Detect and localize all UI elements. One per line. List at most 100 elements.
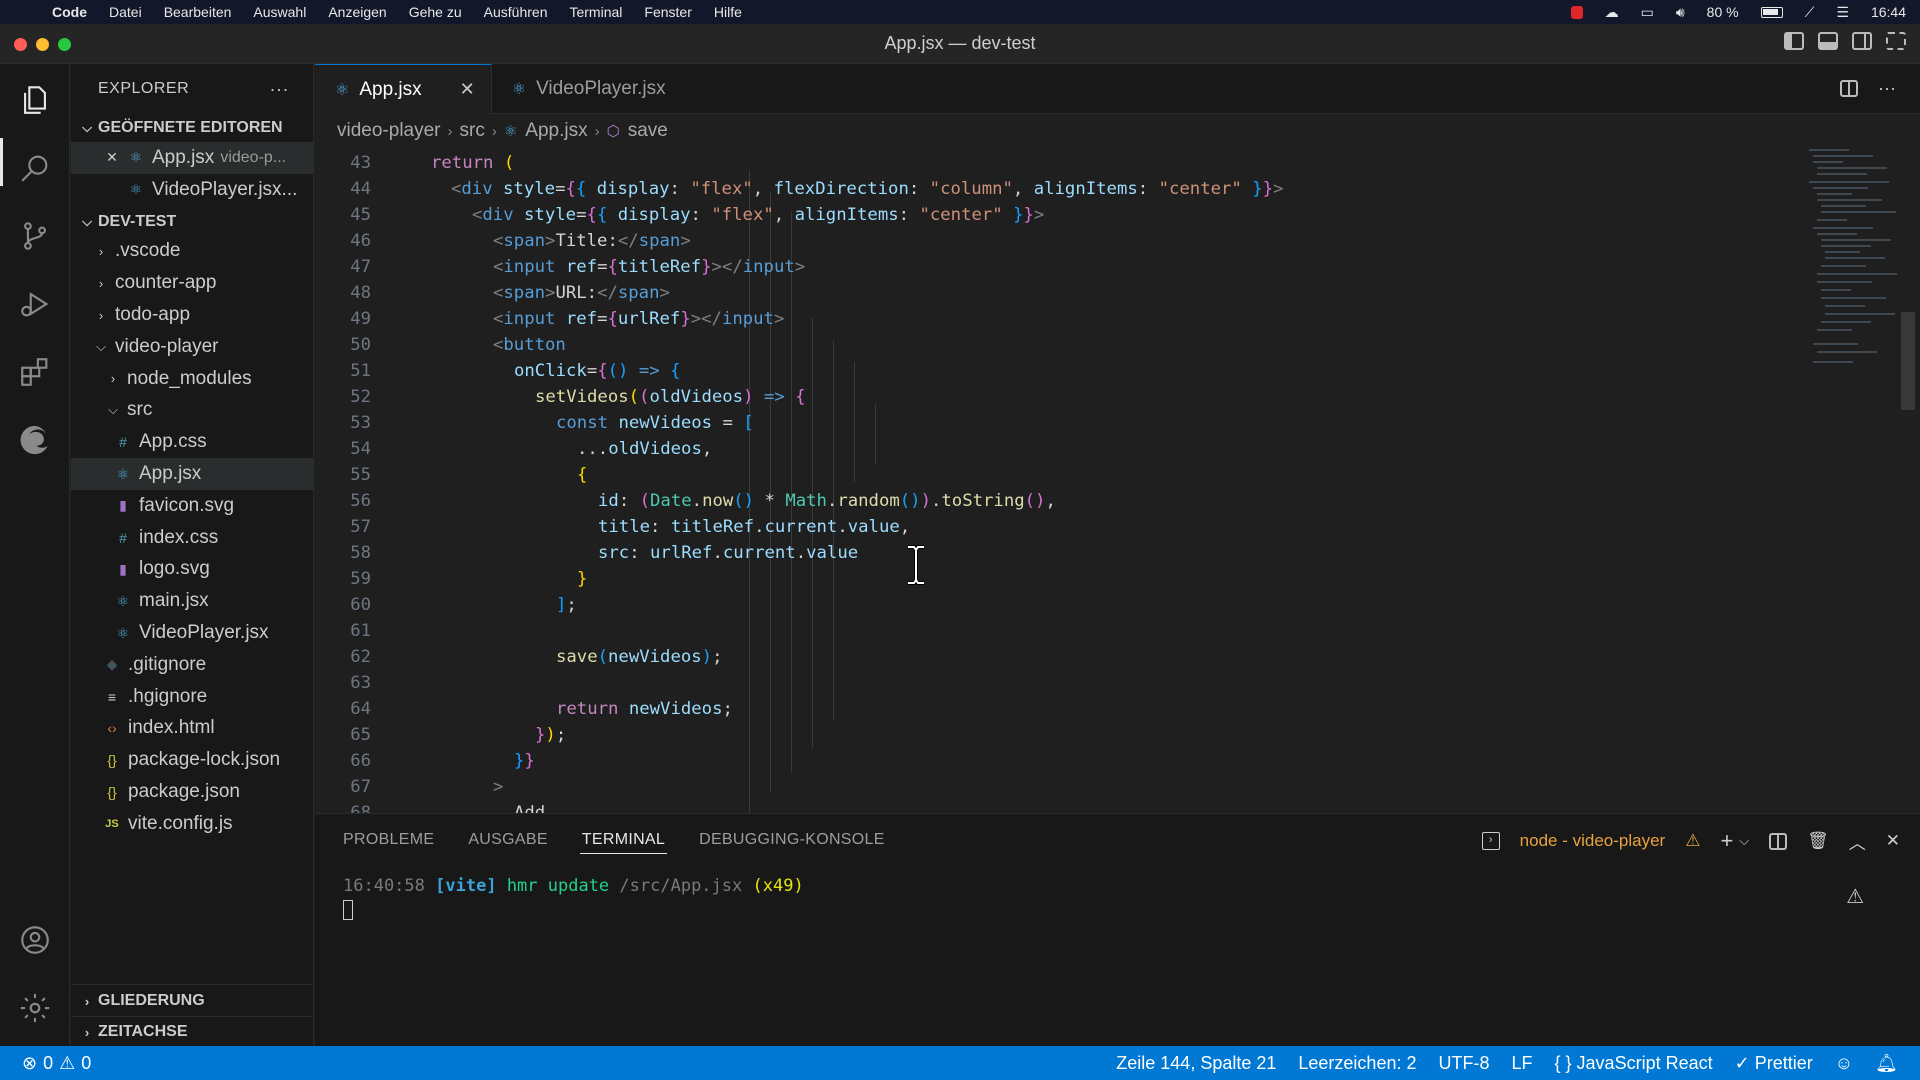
menu-datei[interactable]: Datei: [109, 4, 142, 20]
settings-gear-icon[interactable]: [17, 990, 53, 1026]
tree-item[interactable]: ▮ favicon.svg: [71, 490, 313, 522]
cloud-icon[interactable]: ☁: [1605, 4, 1619, 21]
code-text: onClick={() => {: [514, 361, 681, 381]
tree-item[interactable]: ⚛ main.jsx: [71, 585, 313, 617]
terminal-name[interactable]: node - video-player: [1520, 831, 1666, 851]
menu-hilfe[interactable]: Hilfe: [714, 4, 742, 20]
control-center-icon[interactable]: ☰: [1836, 4, 1849, 21]
customize-layout-icon[interactable]: [1886, 32, 1906, 50]
tree-item-active[interactable]: ⚛ App.jsx: [71, 458, 313, 490]
chevron-down-icon[interactable]: ⌵: [1739, 833, 1749, 849]
battery-icon[interactable]: [1760, 6, 1783, 18]
more-actions-icon[interactable]: ···: [1878, 78, 1896, 99]
outline-section[interactable]: › GLIEDERUNG: [71, 984, 314, 1017]
code-text: <input ref={titleRef}></input>: [493, 257, 806, 277]
clock[interactable]: 16:44: [1871, 4, 1906, 20]
tree-item[interactable]: # App.css: [71, 426, 313, 458]
add-terminal-icon[interactable]: +: [1720, 828, 1733, 854]
toggle-panel-icon[interactable]: [1818, 32, 1838, 50]
open-editor-videoplayer-jsx[interactable]: ⚛ VideoPlayer.jsx...: [71, 174, 313, 206]
menu-ausfuehren[interactable]: Ausführen: [484, 4, 548, 20]
cursor-position[interactable]: Zeile 144, Spalte 21: [1116, 1053, 1276, 1074]
display-icon[interactable]: ▭: [1641, 4, 1654, 21]
menu-gehe-zu[interactable]: Gehe zu: [409, 4, 462, 20]
edge-devtools-icon[interactable]: [17, 422, 53, 458]
close-window-button[interactable]: [14, 38, 27, 51]
tree-item[interactable]: JS vite.config.js: [71, 808, 313, 840]
tree-item[interactable]: › node_modules: [71, 363, 313, 395]
feedback-icon[interactable]: ☺: [1835, 1053, 1853, 1074]
menu-bearbeiten[interactable]: Bearbeiten: [164, 4, 232, 20]
wifi-off-icon[interactable]: ⟋: [1805, 4, 1815, 21]
problems-status[interactable]: ⊗ 0 ⚠ 0: [0, 1053, 91, 1074]
timeline-section[interactable]: › ZEITACHSE: [71, 1016, 314, 1047]
menu-app-code[interactable]: Code: [52, 4, 87, 20]
breadcrumb-item[interactable]: src: [460, 120, 485, 142]
tree-item[interactable]: › .vscode: [71, 236, 313, 268]
open-editors-section[interactable]: ⌵ GEÖFFNETE EDITOREN: [71, 114, 313, 142]
language-mode[interactable]: { } JavaScript React: [1555, 1053, 1713, 1074]
explorer-sidebar: EXPLORER ··· ⌵ GEÖFFNETE EDITOREN ✕ ⚛ Ap…: [71, 64, 314, 1046]
css-file-icon: #: [119, 434, 127, 451]
code-editor[interactable]: 43 return ( 44 <div style={{ display: "fle…: [315, 150, 1805, 813]
tree-item[interactable]: ⌵ src: [71, 395, 313, 427]
trash-icon[interactable]: 🗑︎: [1807, 831, 1829, 851]
tab-videoplayer-jsx[interactable]: ⚛ VideoPlayer.jsx: [492, 64, 682, 114]
tree-item[interactable]: › todo-app: [71, 299, 313, 331]
menu-terminal[interactable]: Terminal: [569, 4, 622, 20]
prettier-status[interactable]: ✓ Prettier: [1735, 1053, 1813, 1074]
tree-item[interactable]: ⚛ VideoPlayer.jsx: [71, 617, 313, 649]
indentation[interactable]: Leerzeichen: 2: [1298, 1053, 1416, 1074]
close-icon[interactable]: ✕: [104, 149, 120, 166]
search-icon[interactable]: [17, 150, 53, 186]
tree-item[interactable]: ≡ .hgignore: [71, 681, 313, 713]
tab-terminal[interactable]: TERMINAL: [579, 814, 668, 866]
accounts-icon[interactable]: [17, 922, 53, 958]
close-panel-icon[interactable]: ✕: [1886, 831, 1900, 851]
line-ending[interactable]: LF: [1511, 1053, 1532, 1074]
menu-auswahl[interactable]: Auswahl: [253, 4, 306, 20]
record-icon[interactable]: [1570, 5, 1583, 19]
run-debug-icon[interactable]: [17, 286, 53, 322]
encoding[interactable]: UTF-8: [1438, 1053, 1489, 1074]
line-number: 58: [350, 543, 371, 563]
tree-item[interactable]: {} package-lock.json: [71, 744, 313, 776]
tree-item[interactable]: ◆ .gitignore: [71, 649, 313, 681]
tree-item[interactable]: ‹› index.html: [71, 713, 313, 745]
minimize-window-button[interactable]: [36, 38, 49, 51]
menu-fenster[interactable]: Fenster: [644, 4, 691, 20]
minimap[interactable]: [1805, 147, 1915, 813]
zoom-window-button[interactable]: [58, 38, 71, 51]
notifications-bell-icon[interactable]: 🔔︎: [1875, 1053, 1898, 1074]
source-control-icon[interactable]: [17, 218, 53, 254]
tree-item[interactable]: › counter-app: [71, 267, 313, 299]
tab-debugging-konsole[interactable]: DEBUGGING-KONSOLE: [699, 814, 885, 866]
menu-anzeigen[interactable]: Anzeigen: [328, 4, 386, 20]
breadcrumb-item[interactable]: App.jsx: [525, 120, 587, 142]
tab-ausgabe[interactable]: AUSGABE: [468, 814, 547, 866]
split-editor-icon[interactable]: [1840, 80, 1859, 97]
line-number: 50: [350, 335, 371, 355]
toggle-primary-sidebar-icon[interactable]: [1784, 32, 1804, 50]
toggle-secondary-sidebar-icon[interactable]: [1852, 32, 1872, 50]
tree-item[interactable]: {} package.json: [71, 776, 313, 808]
extensions-icon[interactable]: [17, 354, 53, 390]
tab-app-jsx[interactable]: ⚛ App.jsx ✕: [315, 64, 492, 114]
breadcrumb-item[interactable]: save: [628, 120, 668, 142]
volume-icon[interactable]: 🔊︎: [1676, 4, 1685, 21]
open-editor-app-jsx[interactable]: ✕ ⚛ App.jsx video-p...: [71, 142, 313, 174]
project-section[interactable]: ⌵ DEV-TEST: [71, 208, 313, 236]
breadcrumb-item[interactable]: video-player: [337, 120, 441, 142]
more-actions-icon[interactable]: ···: [270, 79, 289, 100]
tab-probleme[interactable]: PROBLEME: [343, 814, 434, 866]
tree-item-label: src: [127, 399, 153, 421]
maximize-panel-icon[interactable]: ︿: [1849, 829, 1866, 854]
tree-item[interactable]: # index.css: [71, 522, 313, 554]
close-icon[interactable]: ✕: [460, 79, 475, 100]
tree-item[interactable]: ▮ logo.svg: [71, 554, 313, 586]
tree-item[interactable]: ⌵ video-player: [71, 331, 313, 363]
terminal-output[interactable]: 16:40:58 [vite] hmr update /src/App.jsx …: [343, 876, 804, 925]
split-terminal-icon[interactable]: [1769, 832, 1788, 850]
minimap-slider[interactable]: [1901, 312, 1915, 410]
explorer-icon[interactable]: [17, 82, 53, 118]
